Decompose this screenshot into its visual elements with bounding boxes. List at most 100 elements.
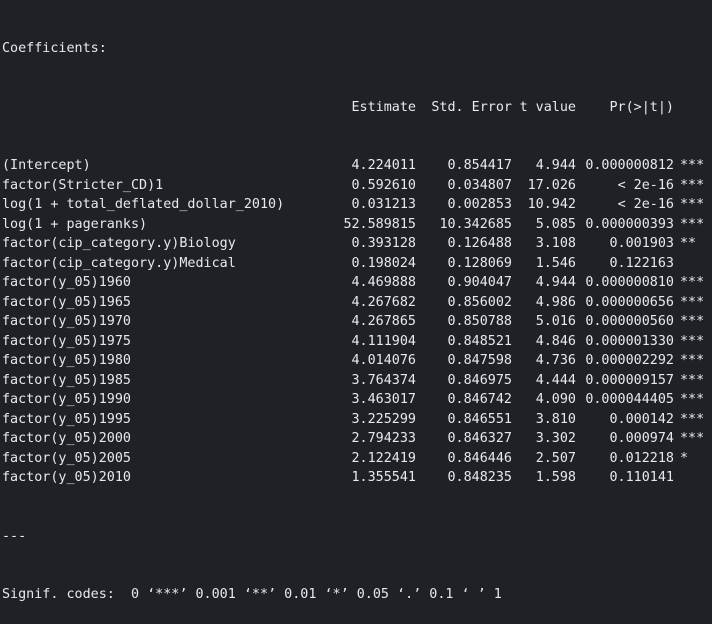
row-t-value: 4.736 [535,353,576,368]
row-std-error: 0.126488 [447,236,513,251]
row-p-value: 0.122163 [609,255,675,271]
row-t-value: 2.507 [535,450,576,466]
table-row: factor(cip_category.y)Biology 0.393128 0.1… [2,234,712,254]
row-std-error: 0.846742 [447,392,513,407]
row-significance: ** [680,236,697,251]
row-std-error: 0.034807 [447,177,513,193]
row-t-value: 4.444 [535,372,576,388]
row-std-error: 10.342685 [439,216,512,232]
row-name: log(1 + total_deflated_dollar_2010) [2,197,285,212]
row-significance: *** [680,431,705,446]
coefficient-rows: (Intercept) 4.224011 0.854417 4.944 0.000000… [2,156,712,488]
row-std-error: 0.846327 [447,431,513,446]
row-estimate: 2.122419 [351,450,417,466]
table-row: log(1 + pageranks) 52.589815 10.342685 5.08… [2,215,712,235]
row-name: log(1 + pageranks) [2,216,148,232]
row-estimate: 3.764374 [351,372,417,388]
row-p-value: 0.000000810 [585,275,674,290]
signif-codes: Signif. codes: 0 ‘***’ 0.001 ‘**’ 0.01 ‘… [2,587,502,602]
row-t-value: 3.302 [535,431,576,446]
row-significance: *** [680,333,705,349]
table-row: factor(y_05)1985 3.764374 0.846975 4.444 0.0… [2,371,712,391]
row-name: factor(y_05)1995 [2,411,131,427]
row-significance: *** [680,294,705,310]
row-estimate: 1.355541 [351,470,417,485]
row-name: factor(y_05)1965 [2,294,131,310]
row-significance: *** [680,275,705,290]
table-row: factor(y_05)1970 4.267865 0.850788 5.016 0.0… [2,312,712,332]
row-name: factor(cip_category.y)Biology [2,236,236,251]
row-p-value: 0.000002292 [585,353,674,368]
row-p-value: 0.012218 [609,450,675,466]
row-t-value: 1.598 [535,470,576,485]
row-significance: *** [680,216,705,232]
row-std-error: 0.846446 [447,450,513,466]
table-row: factor(y_05)1980 4.014076 0.847598 4.736 0.0… [2,351,712,371]
console-output: Coefficients: Estimate Std. Error t value P… [0,0,712,602]
row-estimate: 3.463017 [351,392,417,407]
row-significance: *** [680,353,705,368]
row-estimate: 0.031213 [351,197,417,212]
row-t-value: 4.986 [535,294,576,310]
header-estimate: Estimate [351,99,417,115]
row-t-value: 3.810 [535,411,576,427]
table-row: factor(y_05)2005 2.122419 0.846446 2.507 0.0… [2,449,712,469]
row-estimate: 2.794233 [351,431,417,446]
row-t-value: 4.090 [535,392,576,407]
row-estimate: 0.592610 [351,177,417,193]
row-t-value: 1.546 [535,255,576,271]
table-row: factor(y_05)1990 3.463017 0.846742 4.090 0.0… [2,390,712,410]
row-estimate: 4.469888 [351,275,417,290]
row-p-value: 0.000000812 [585,158,674,173]
row-std-error: 0.846551 [447,411,513,427]
row-significance: *** [680,372,705,388]
row-t-value: 17.026 [527,177,576,193]
row-t-value: 5.016 [535,314,576,329]
row-p-value: 0.000142 [609,411,675,427]
separator-line: --- [2,528,27,544]
row-t-value: 10.942 [527,197,576,212]
row-p-value: 0.000000656 [585,294,674,310]
row-name: factor(y_05)1990 [2,392,131,407]
row-std-error: 0.847598 [447,353,513,368]
row-name: factor(y_05)1960 [2,275,131,290]
table-row: (Intercept) 4.224011 0.854417 4.944 0.000000… [2,156,712,176]
coefficients-title: Coefficients: [2,41,107,56]
row-estimate: 4.224011 [351,158,417,173]
row-std-error: 0.846975 [447,372,513,388]
row-std-error: 0.850788 [447,314,513,329]
row-t-value: 3.108 [535,236,576,251]
table-row: factor(y_05)1965 4.267682 0.856002 4.986 0.0… [2,293,712,313]
row-significance: *** [680,197,705,212]
row-estimate: 0.198024 [351,255,417,271]
row-significance: *** [680,158,705,173]
row-p-value: 0.001903 [609,236,675,251]
table-row: factor(y_05)1995 3.225299 0.846551 3.810 0.0… [2,410,712,430]
row-p-value: 0.000009157 [585,372,674,388]
row-p-value: < 2e-16 [617,197,674,212]
row-estimate: 4.267865 [351,314,417,329]
row-p-value: 0.000001330 [585,333,674,349]
row-name: factor(y_05)2000 [2,431,131,446]
row-estimate: 4.014076 [351,353,417,368]
row-p-value: 0.000974 [609,431,675,446]
row-estimate: 4.111904 [351,333,417,349]
table-row: log(1 + total_deflated_dollar_2010) 0.031… [2,195,712,215]
row-significance: *** [680,411,705,427]
row-t-value: 5.085 [535,216,576,232]
row-std-error: 0.128069 [447,255,513,271]
row-name: factor(y_05)2010 [2,470,131,485]
table-row: factor(y_05)2000 2.794233 0.846327 3.302 0.0… [2,429,712,449]
row-std-error: 0.848521 [447,333,513,349]
row-std-error: 0.848235 [447,470,513,485]
row-name: factor(Stricter_CD)1 [2,177,164,193]
row-p-value: < 2e-16 [617,177,674,193]
row-name: factor(y_05)1970 [2,314,131,329]
row-std-error: 0.002853 [447,197,513,212]
row-p-value: 0.110141 [609,470,675,485]
table-row: factor(y_05)1975 4.111904 0.848521 4.846 0.0… [2,332,712,352]
row-name: factor(y_05)1975 [2,333,131,349]
row-name: factor(cip_category.y)Medical [2,255,236,271]
row-std-error: 0.904047 [447,275,513,290]
row-name: (Intercept) [2,158,91,173]
